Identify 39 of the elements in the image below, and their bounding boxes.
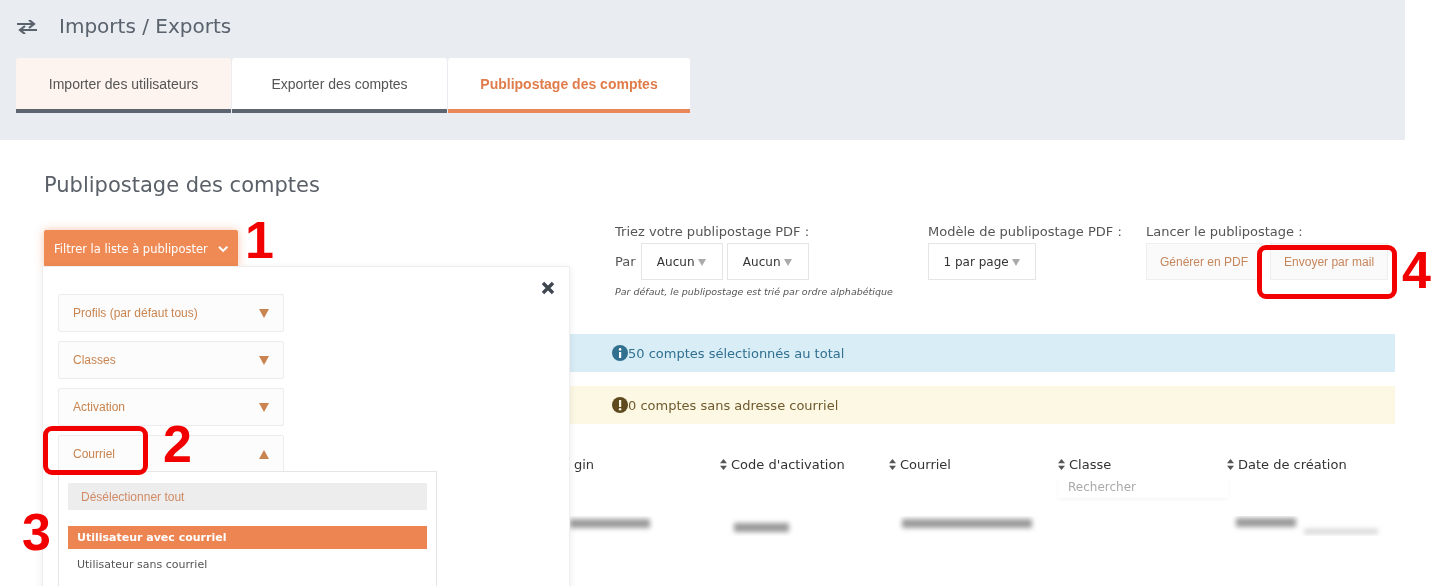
column-header[interactable]: Classe xyxy=(1058,457,1112,472)
page-header-title: Imports / Exports xyxy=(59,14,232,38)
caret-icon xyxy=(698,258,707,266)
sort-icon xyxy=(1058,459,1065,470)
close-icon[interactable] xyxy=(541,281,555,295)
caret-icon xyxy=(784,258,793,266)
model-select[interactable]: 1 par page xyxy=(928,243,1036,280)
tab[interactable]: Exporter des comptes xyxy=(232,58,447,113)
launch-label: Lancer le publipostage : xyxy=(1146,224,1304,239)
caret-icon xyxy=(1012,258,1021,266)
section-title: Publipostage des comptes xyxy=(44,173,321,199)
chevron-icon xyxy=(217,244,228,253)
info-icon xyxy=(612,345,628,361)
column-header[interactable]: Courriel xyxy=(889,457,951,472)
alert-text: 0 comptes sans adresse courriel xyxy=(628,397,839,413)
warning-icon xyxy=(612,397,628,413)
sort-select[interactable]: Aucun xyxy=(640,243,723,280)
sort-icon xyxy=(720,459,727,470)
sort-icon xyxy=(1227,459,1234,470)
swap-arrows-icon xyxy=(17,20,37,34)
caret-icon xyxy=(259,402,269,412)
caret-icon xyxy=(259,355,269,365)
column-search-field[interactable]: Rechercher xyxy=(1058,476,1228,498)
step-number-overlay: 3 xyxy=(22,506,51,558)
sort-select[interactable]: Aucun xyxy=(726,243,809,280)
column-header[interactable]: Code d'activation xyxy=(720,457,845,472)
model-label: Modèle de publipostage PDF : xyxy=(928,224,1123,239)
sort-prefix: Par xyxy=(615,254,636,269)
column-header[interactable]: gin xyxy=(574,457,595,472)
caret-icon xyxy=(259,308,269,318)
sort-note: Par défaut, le publipostage est trié par ordre alphabétique xyxy=(615,286,894,297)
sort-icon xyxy=(889,459,896,470)
alert-text: 50 comptes sélectionnés au total xyxy=(628,345,845,361)
step-number-overlay: 4 xyxy=(1402,244,1431,296)
column-header[interactable]: Date de création xyxy=(1227,457,1347,472)
tab[interactable]: Importer des utilisateurs xyxy=(16,58,231,113)
sort-label: Triez votre publipostage PDF : xyxy=(615,224,811,239)
caret-icon xyxy=(259,449,269,459)
step-number-overlay: 1 xyxy=(245,214,274,266)
